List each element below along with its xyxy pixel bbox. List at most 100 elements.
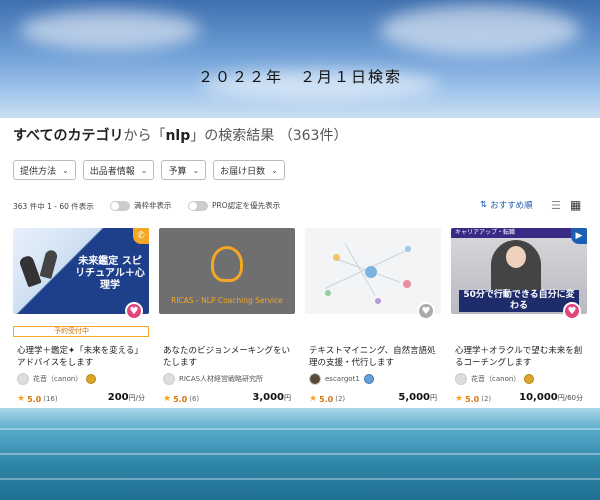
sort-label: おすすめ順 xyxy=(490,201,533,211)
results-toolbar: 363 件中 1 - 60 件表示 満枠非表示 PRO認定を優先表示 ⇅ おすす… xyxy=(13,198,587,214)
sort-dropdown[interactable]: ⇅ おすすめ順 xyxy=(480,199,533,211)
wave xyxy=(0,453,600,455)
sky-background xyxy=(0,0,600,118)
rating-value: 5.0 xyxy=(27,394,42,404)
price-unit: 円/分 xyxy=(128,394,145,402)
rating-value: 5.0 xyxy=(319,394,334,404)
thumbnail-text: RICAS - NLP Coaching Service xyxy=(171,296,283,305)
chevron-down-icon: ⌄ xyxy=(271,165,278,175)
service-title[interactable]: 心理学＋鑑定✦「未来を変える」アドバイスをします xyxy=(17,345,145,369)
service-card[interactable]: RICAS - NLP Coaching Service あなたのビジョンメーキ… xyxy=(159,228,295,408)
service-card[interactable]: ♥ テキストマイニング、自然言語処理の支援・代行します escargot1 ★ … xyxy=(305,228,441,408)
video-call-icon: ▶ xyxy=(571,228,587,244)
filter-budget[interactable]: 予算 ⌄ xyxy=(161,160,207,180)
favorite-heart-icon[interactable]: ♥ xyxy=(563,302,581,320)
rating-value: 5.0 xyxy=(173,394,188,404)
filter-label: お届け日数 xyxy=(220,166,266,177)
search-results-panel: すべてのカテゴリから「nlp」の検索結果 （363件） 提供方法 ⌄ 出品者情報… xyxy=(0,118,600,408)
rating: ★ 5.0 (2) xyxy=(309,394,345,404)
network-node xyxy=(405,246,411,252)
price-value: 200 xyxy=(107,392,129,403)
results-heading: すべてのカテゴリから「nlp」の検索結果 （363件） xyxy=(13,125,347,145)
grid-view-icon[interactable]: ▦ xyxy=(570,198,581,212)
service-thumbnail[interactable]: RICAS - NLP Coaching Service xyxy=(159,228,295,314)
category-link[interactable]: すべてのカテゴリ xyxy=(13,128,123,144)
review-count: (2) xyxy=(481,395,492,403)
star-icon: ★ xyxy=(17,394,26,404)
seller-info[interactable]: escargot1 xyxy=(309,373,374,385)
thumbnail-text: 50分で行動できる自分に変わる xyxy=(459,290,579,312)
filter-label: 出品者情報 xyxy=(89,166,135,177)
price: 200円/分 xyxy=(108,392,145,403)
rank-medal-icon xyxy=(363,374,374,384)
review-count: (16) xyxy=(43,395,58,403)
star-icon: ★ xyxy=(455,394,464,404)
toggle-label: PRO認定を優先表示 xyxy=(212,201,281,210)
filter-label: 提供方法 xyxy=(20,166,57,177)
thumbnail-text: 未来鑑定 スピリチュアル＋心理学 xyxy=(75,256,145,291)
rating: ★ 5.0 (16) xyxy=(17,394,58,404)
seller-name: escargot1 xyxy=(325,375,360,383)
avatar xyxy=(455,373,467,385)
seller-name: 花音（canon） xyxy=(33,375,83,383)
avatar xyxy=(309,373,321,385)
network-node xyxy=(365,266,377,278)
cloud xyxy=(380,5,580,55)
network-node xyxy=(375,298,381,304)
sea-background xyxy=(0,408,600,500)
service-card[interactable]: キャリアアップ・転職 50分で行動できる自分に変わる ▶ ♥ 心理学＋オラクルで… xyxy=(451,228,587,408)
service-title[interactable]: あなたのビジョンメーキングをいたします xyxy=(163,345,291,369)
star-icon: ★ xyxy=(309,394,318,404)
jumping-person-figure xyxy=(18,254,42,288)
star-icon: ★ xyxy=(163,394,172,404)
filter-delivery-method[interactable]: 提供方法 ⌄ xyxy=(13,160,76,180)
rating: ★ 5.0 (6) xyxy=(163,394,199,404)
search-query: nlp xyxy=(165,128,191,144)
service-thumbnail[interactable]: キャリアアップ・転職 50分で行動できる自分に変わる ▶ xyxy=(451,228,587,314)
thumbnail-category: キャリアアップ・転職 xyxy=(451,228,587,238)
avatar xyxy=(17,373,29,385)
filter-bar: 提供方法 ⌄ 出品者情報 ⌄ 予算 ⌄ お届け日数 ⌄ xyxy=(13,160,285,180)
service-card[interactable]: 未来鑑定 スピリチュアル＋心理学 ✆ 予約受付中 ♥ 心理学＋鑑定✦「未来を変え… xyxy=(13,228,149,408)
range-count: 363 件中 1 - 60 件表示 xyxy=(13,202,94,211)
price-value: 10,000 xyxy=(519,392,558,403)
filter-seller-info[interactable]: 出品者情報 ⌄ xyxy=(82,160,155,180)
seller-name: 花音（canon） xyxy=(471,375,521,383)
seller-info[interactable]: 花音（canon） xyxy=(17,373,97,385)
rating: ★ 5.0 (2) xyxy=(455,394,491,404)
wave xyxy=(0,428,600,430)
network-node xyxy=(325,290,331,296)
results-count: （363件） xyxy=(278,128,348,144)
person-face xyxy=(506,246,526,268)
toggle-switch[interactable] xyxy=(110,200,130,211)
price-unit: 円 xyxy=(284,394,291,402)
pro-priority-toggle[interactable]: PRO認定を優先表示 xyxy=(188,200,280,211)
price-unit: 円 xyxy=(430,394,437,402)
search-date-caption: ２０２２年 ２月１日検索 xyxy=(197,68,402,86)
sort-icon: ⇅ xyxy=(480,200,488,210)
toggle-switch[interactable] xyxy=(188,200,208,211)
price-value: 3,000 xyxy=(252,392,284,403)
review-count: (2) xyxy=(335,395,346,403)
chevron-down-icon: ⌄ xyxy=(140,165,148,175)
service-title[interactable]: 心理学＋オラクルで望む未来を創るコーチングします xyxy=(455,345,583,369)
heading-suffix: 」の検索結果 xyxy=(190,128,275,144)
favorite-heart-icon[interactable]: ♥ xyxy=(125,302,143,320)
heading-from: から「 xyxy=(123,128,166,144)
hide-full-toggle[interactable]: 満枠非表示 xyxy=(110,200,172,211)
service-thumbnail[interactable] xyxy=(305,228,441,314)
list-view-icon[interactable]: ☰ xyxy=(551,199,561,212)
network-node xyxy=(333,254,340,261)
toggle-label: 満枠非表示 xyxy=(134,201,172,210)
favorite-heart-icon[interactable]: ♥ xyxy=(417,302,435,320)
seller-info[interactable]: 花音（canon） xyxy=(455,373,535,385)
rating-value: 5.0 xyxy=(465,394,480,404)
price: 5,000円 xyxy=(398,392,437,403)
seller-name: RICAS人材経営戦略研究所 xyxy=(179,375,264,383)
filter-delivery-days[interactable]: お届け日数 ⌄ xyxy=(213,160,285,180)
seller-info[interactable]: RICAS人材経営戦略研究所 xyxy=(163,373,263,385)
chevron-down-icon: ⌄ xyxy=(62,165,69,175)
network-node xyxy=(403,280,411,288)
service-thumbnail[interactable]: 未来鑑定 スピリチュアル＋心理学 ✆ xyxy=(13,228,149,314)
service-title[interactable]: テキストマイニング、自然言語処理の支援・代行します xyxy=(309,345,437,369)
